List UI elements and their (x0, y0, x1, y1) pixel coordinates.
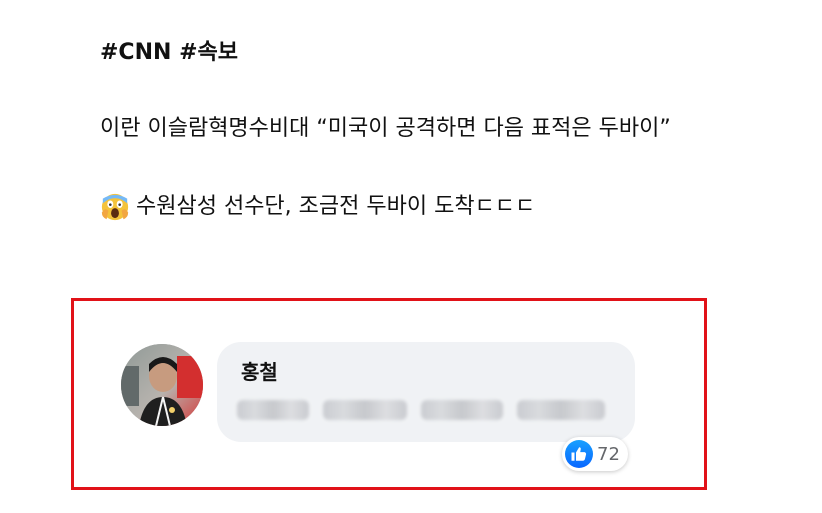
post-update-line: 수원삼성 선수단, 조금전 두바이 도착ㄷㄷㄷ (100, 190, 740, 224)
post-content: #CNN #속보 이란 이슬람혁명수비대 “미국이 공격하면 다음 표적은 두바… (100, 36, 740, 224)
reaction-pill[interactable]: 72 (562, 437, 628, 471)
avatar-photo (121, 344, 203, 426)
blurred-text-segment (237, 400, 309, 420)
blurred-text-segment (323, 400, 407, 420)
comment-author[interactable]: 홍철 (241, 356, 278, 385)
screaming-face-icon (101, 193, 129, 221)
post-headline: 이란 이슬람혁명수비대 “미국이 공격하면 다음 표적은 두바이” (100, 116, 671, 141)
like-icon (565, 440, 593, 468)
post-update-text: 수원삼성 선수단, 조금전 두바이 도착ㄷㄷㄷ (136, 194, 536, 219)
reaction-count: 72 (597, 443, 620, 465)
blurred-comment-text (237, 400, 605, 420)
comment-bubble: 홍철 (217, 342, 635, 442)
comment: 홍철 72 (121, 340, 641, 490)
blurred-text-segment (421, 400, 503, 420)
post-hashtags[interactable]: #CNN #속보 (100, 36, 740, 70)
blurred-text-segment (517, 400, 605, 420)
avatar[interactable] (121, 344, 203, 426)
